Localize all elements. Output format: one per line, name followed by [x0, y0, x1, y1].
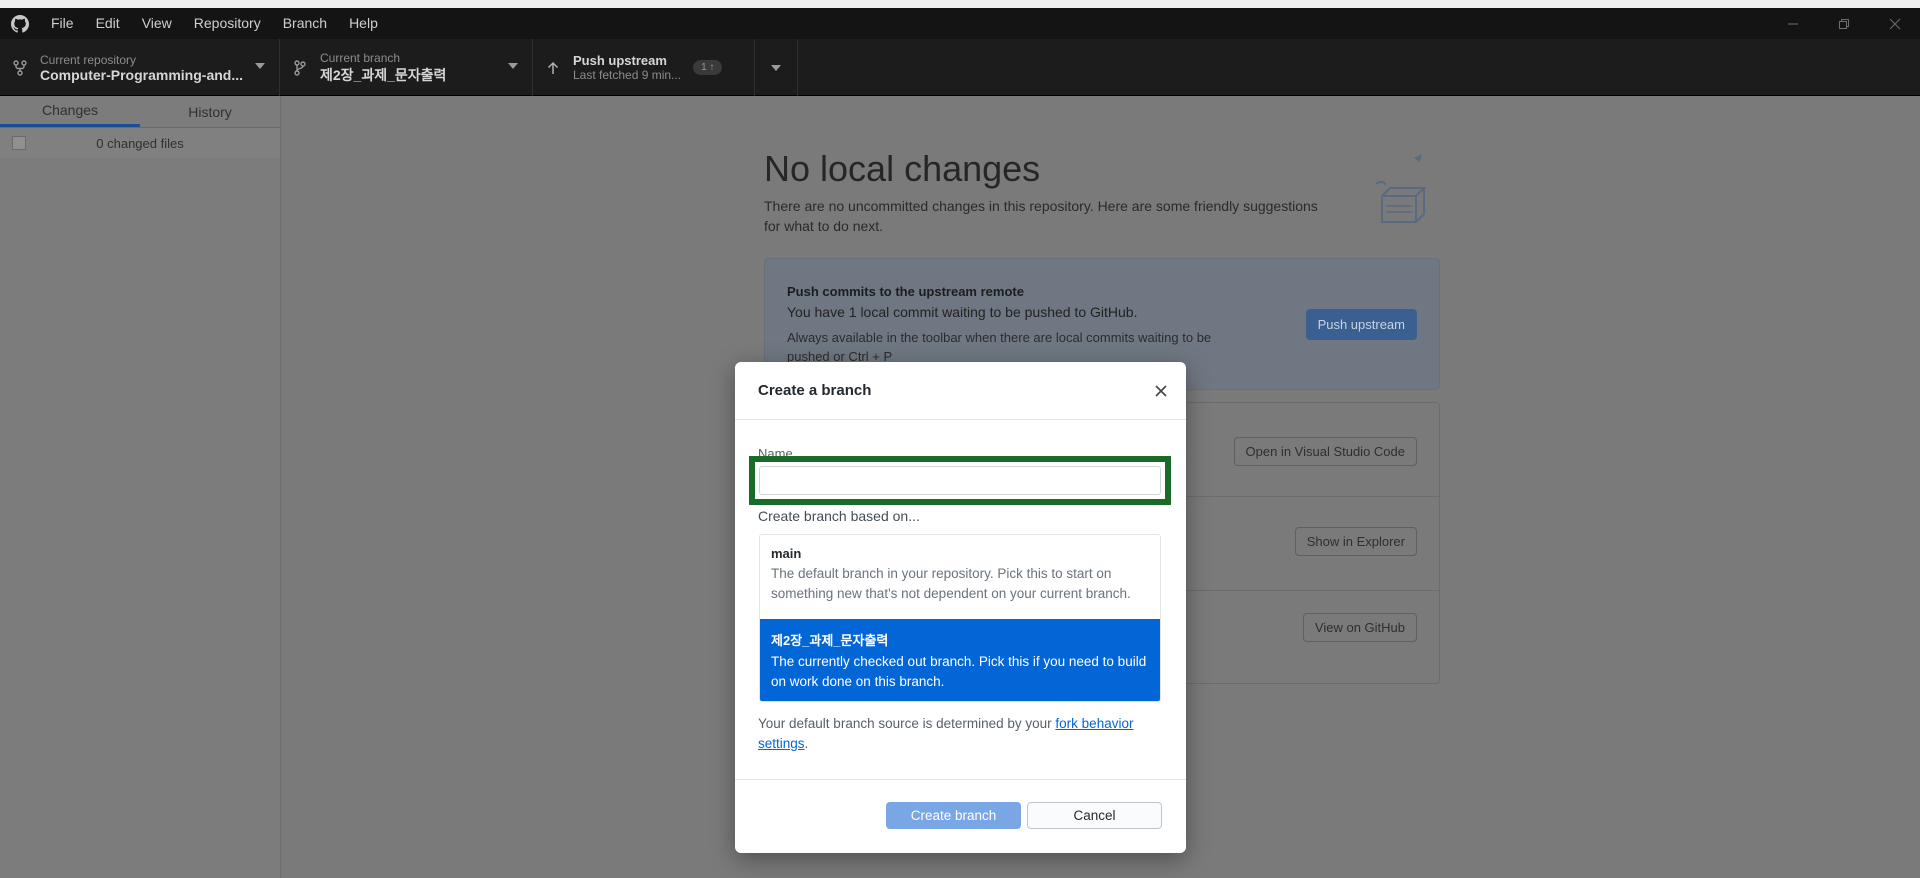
menu-view[interactable]: View: [131, 8, 183, 39]
tab-history[interactable]: History: [140, 96, 280, 127]
illustration-icon: [1362, 148, 1442, 228]
chevron-down-icon: [508, 63, 518, 69]
commit-count-badge: 1 ↑: [693, 60, 723, 75]
changed-files-header: 0 changed files: [0, 128, 280, 158]
github-logo-icon: [0, 8, 40, 39]
dialog-footer: Create branch Cancel: [735, 779, 1186, 853]
branch-option-main[interactable]: main The default branch in your reposito…: [760, 535, 1160, 619]
dialog-title: Create a branch: [758, 382, 872, 399]
create-branch-dialog: Create a branch Name Create branch based…: [735, 362, 1186, 853]
base-branch-list: main The default branch in your reposito…: [759, 534, 1161, 702]
arrow-up-icon: [533, 61, 573, 75]
menu-file[interactable]: File: [40, 8, 85, 39]
branch-name-input[interactable]: [759, 466, 1161, 495]
branch-option-description: The currently checked out branch. Pick t…: [771, 654, 1147, 689]
title-bar: File Edit View Repository Branch Help: [0, 8, 1920, 39]
current-branch-button[interactable]: Current branch 제2장_과제_문자출력: [280, 39, 533, 96]
menu-help[interactable]: Help: [338, 8, 389, 39]
based-on-label: Create branch based on...: [758, 508, 920, 524]
view-on-github-button[interactable]: View on GitHub: [1302, 613, 1417, 642]
tab-changes[interactable]: Changes: [0, 96, 140, 127]
branch-label: Current branch: [320, 50, 401, 65]
push-suggestion-title: Push commits to the upstream remote: [787, 284, 1024, 299]
close-icon[interactable]: [1150, 380, 1172, 402]
page-title: No local changes: [764, 148, 1041, 189]
open-in-vscode-button[interactable]: Open in Visual Studio Code: [1233, 437, 1417, 466]
push-dropdown-button[interactable]: [755, 39, 798, 96]
chevron-down-icon: [771, 64, 781, 71]
create-branch-button[interactable]: Create branch: [886, 802, 1021, 829]
menu-repository[interactable]: Repository: [183, 8, 272, 39]
cancel-button[interactable]: Cancel: [1027, 802, 1162, 829]
close-window-icon[interactable]: [1869, 8, 1920, 39]
branch-name: 제2장_과제_문자출력: [320, 66, 447, 83]
menu-edit[interactable]: Edit: [85, 8, 131, 39]
window-controls: [1767, 8, 1920, 39]
repo-icon: [0, 59, 40, 76]
page-description: There are no uncommitted changes in this…: [764, 198, 1318, 234]
chevron-down-icon: [255, 63, 265, 69]
minimize-icon[interactable]: [1767, 8, 1818, 39]
sidebar: Changes History 0 changed files: [0, 96, 281, 878]
push-upstream-button[interactable]: Push upstream Last fetched 9 min... 1 ↑: [533, 39, 755, 96]
fork-note-suffix: .: [804, 736, 809, 751]
restore-icon[interactable]: [1818, 8, 1869, 39]
push-label: Push upstream: [573, 53, 667, 68]
branch-icon: [280, 59, 320, 76]
push-upstream-suggestion-button[interactable]: Push upstream: [1305, 309, 1417, 340]
fork-note-text: Your default branch source is determined…: [758, 716, 1056, 731]
last-fetched-text: Last fetched 9 min...: [573, 68, 682, 82]
fork-behavior-note: Your default branch source is determined…: [758, 714, 1168, 754]
menu-branch[interactable]: Branch: [272, 8, 338, 39]
toolbar: Current repository Computer-Programming-…: [0, 39, 1920, 96]
branch-option-name: 제2장_과제_문자출력: [771, 633, 889, 648]
top-edge: [0, 0, 1920, 8]
push-suggestion-note: Always available in the toolbar when the…: [787, 330, 1212, 364]
sidebar-tabs: Changes History: [0, 96, 280, 128]
dialog-header: Create a branch: [735, 362, 1186, 420]
repo-label: Current repository: [40, 52, 137, 67]
repo-name: Computer-Programming-and...: [40, 66, 244, 83]
current-repository-button[interactable]: Current repository Computer-Programming-…: [0, 39, 280, 96]
branch-option-name: main: [771, 546, 802, 561]
select-all-checkbox[interactable]: [12, 136, 26, 150]
show-in-explorer-button[interactable]: Show in Explorer: [1294, 527, 1417, 556]
branch-option-current[interactable]: 제2장_과제_문자출력 The currently checked out br…: [760, 619, 1160, 701]
changed-files-count: 0 changed files: [96, 135, 184, 151]
branch-option-description: The default branch in your repository. P…: [771, 566, 1131, 601]
